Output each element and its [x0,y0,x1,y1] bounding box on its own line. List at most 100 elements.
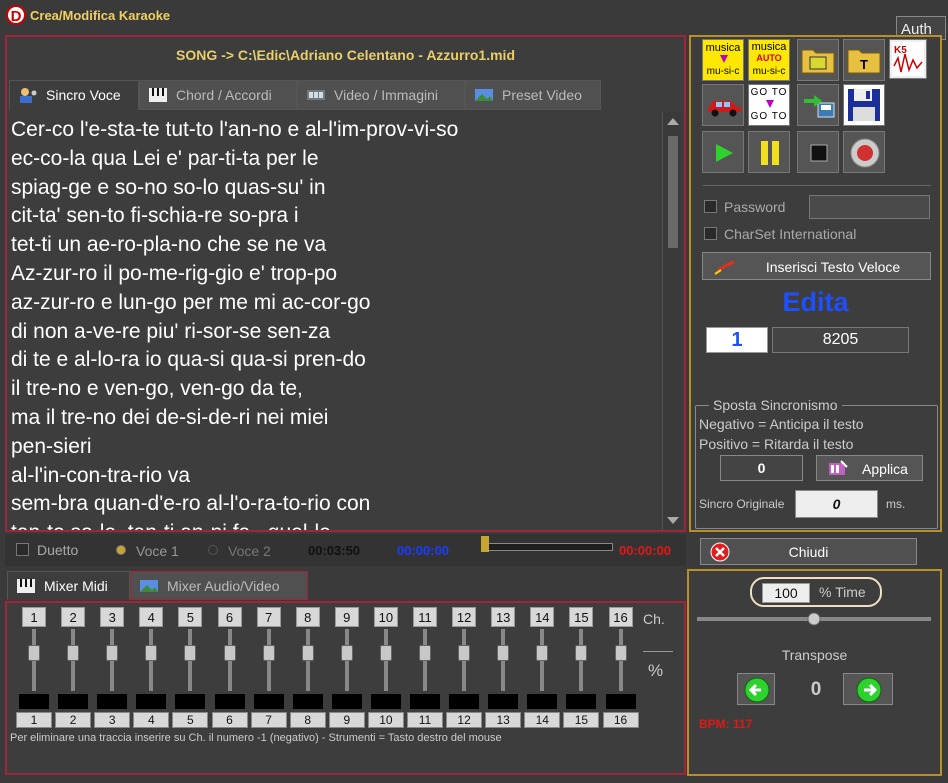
channel-button[interactable]: 8 [289,712,326,728]
goto-button[interactable]: GO TO GO TO [748,84,790,126]
sync-offset-field[interactable]: 0 [720,455,803,481]
volume-slider-knob[interactable] [497,645,510,661]
channel-number-field[interactable]: 13 [491,607,516,627]
volume-slider-knob[interactable] [575,645,588,661]
channel-button[interactable]: 15 [563,712,600,728]
channel-number-field[interactable]: 9 [334,607,359,627]
position-slider[interactable] [481,543,613,551]
save-button[interactable] [843,84,885,126]
channel-number-field[interactable]: 4 [139,607,164,627]
k5-wave-icon: K5 [892,42,924,76]
voce1-radio[interactable] [116,545,126,555]
open-text-folder-button[interactable]: T [843,39,885,81]
volume-slider-knob[interactable] [419,645,431,661]
scroll-up-icon[interactable] [667,118,679,125]
insert-fast-button[interactable]: Inserisci Testo Veloce [702,252,931,280]
tab-sincro-voce[interactable]: Sincro Voce [9,80,139,110]
volume-slider-knob[interactable] [614,645,627,661]
musica-button[interactable]: musica mu-si-c [702,39,744,81]
open-midi-folder-button[interactable] [797,39,839,81]
channel-button[interactable]: 11 [407,712,443,728]
channel-button[interactable]: 2 [55,712,92,728]
tab-mixer-midi[interactable]: Mixer Midi [7,571,130,600]
voce2-radio[interactable] [208,545,218,555]
sync-original-field[interactable]: 0 [795,490,878,518]
channel-number-field[interactable]: 14 [530,607,555,627]
volume-slider-knob[interactable] [145,645,158,661]
window-title: Crea/Modifica Karaoke [30,8,171,23]
charset-checkbox[interactable] [704,227,717,240]
transpose-up-button[interactable] [843,673,893,705]
channel-number-field[interactable]: 10 [373,607,398,627]
channel-number-field[interactable]: 5 [178,607,203,627]
volume-slider-knob[interactable] [301,645,314,661]
channel-button[interactable]: 5 [172,712,209,728]
scroll-down-icon[interactable] [667,517,679,524]
channel-number-field[interactable]: 1 [22,607,46,627]
lyrics-scrollbar[interactable] [662,112,682,530]
tab-chord[interactable]: Chord / Accordi [139,80,297,110]
folder-icon [801,49,835,74]
channel-number-field[interactable]: 3 [100,607,125,627]
volume-slider-knob[interactable] [28,645,40,661]
floppy-icon [848,89,880,121]
lyrics-text-area[interactable]: Cer-co l'e-sta-te tut-to l'an-no e al-l'… [9,112,661,530]
tab-video[interactable]: Video / Immagini [297,80,465,110]
password-checkbox[interactable] [704,200,717,213]
channel-button[interactable]: 10 [367,712,404,728]
chiudi-button[interactable]: Chiudi [700,538,917,565]
channel-number-field[interactable]: 11 [413,607,437,627]
channel-button[interactable]: 13 [485,712,522,728]
edit-value-field[interactable]: 8205 [772,327,909,353]
play-icon [716,144,733,162]
position-knob[interactable] [481,536,489,552]
tempo-field[interactable]: 100 [762,583,810,603]
channel-number-field[interactable]: 8 [295,607,320,627]
musica-auto-button[interactable]: musica AUTO mu-si-c [748,39,790,81]
channel-button[interactable]: 16 [602,712,639,728]
edit-index-field[interactable]: 1 [706,327,768,353]
stop-button[interactable] [797,131,839,173]
tab-preset-video[interactable]: Preset Video [465,80,601,110]
apply-button[interactable]: Applica [816,455,923,481]
export-button[interactable] [797,84,839,126]
duetto-checkbox[interactable] [16,543,29,556]
volume-slider-knob[interactable] [106,645,119,661]
car-button[interactable] [702,84,744,126]
pause-button[interactable] [748,131,790,173]
volume-slider-knob[interactable] [184,645,197,661]
volume-slider-knob[interactable] [67,645,80,661]
volume-slider-knob[interactable] [379,645,392,661]
svg-text:T: T [860,57,868,72]
volume-slider-knob[interactable] [262,645,275,661]
channel-button[interactable]: 4 [133,712,170,728]
export-icon [804,95,835,118]
transpose-down-button[interactable] [737,673,775,705]
channel-button[interactable]: 1 [16,712,52,728]
channel-number-field[interactable]: 7 [256,607,281,627]
password-input[interactable] [809,195,930,219]
channel-button[interactable]: 3 [94,712,131,728]
channel-button[interactable]: 7 [250,712,287,728]
channel-number-field[interactable]: 16 [608,607,633,627]
record-button[interactable] [843,131,885,173]
channel-number-field[interactable]: 15 [569,607,594,627]
channel-button[interactable]: 6 [211,712,248,728]
scroll-thumb[interactable] [668,136,678,248]
channel-number-field[interactable]: 12 [452,607,477,627]
transpose-label: Transpose [781,647,848,663]
channel-button[interactable]: 12 [446,712,483,728]
tab-mixer-audio-video[interactable]: Mixer Audio/Video [130,571,308,600]
volume-slider-knob[interactable] [223,645,236,661]
volume-slider-knob[interactable] [458,645,471,661]
channel-button[interactable]: 9 [328,712,365,728]
play-button[interactable] [702,131,744,173]
tempo-slider-knob[interactable] [807,611,821,627]
volume-slider-knob[interactable] [340,645,353,661]
channel-number-field[interactable]: 2 [61,607,86,627]
lyric-line: Cer-co l'e-sta-te tut-to l'an-no e al-l'… [11,118,459,141]
volume-slider-knob[interactable] [536,645,549,661]
channel-button[interactable]: 14 [524,712,561,728]
k5-button[interactable]: K5 [889,39,927,79]
channel-number-field[interactable]: 6 [217,607,242,627]
